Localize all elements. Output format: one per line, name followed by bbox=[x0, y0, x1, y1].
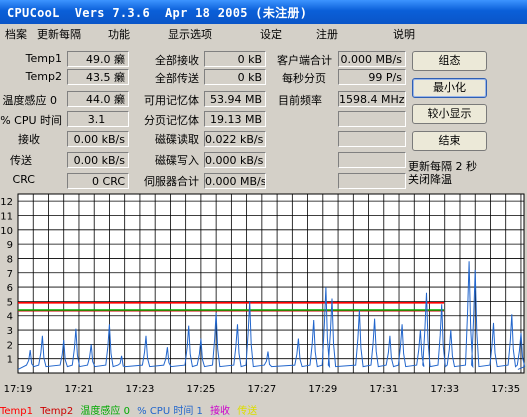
y-tick-label: 6 bbox=[7, 283, 13, 294]
y-tick-label: 9 bbox=[7, 240, 13, 251]
exit-button[interactable]: 结束 bbox=[412, 131, 487, 151]
empty-value-4 bbox=[338, 111, 406, 127]
title-bar[interactable]: CPUCooL Vers 7.3.6 Apr 18 2005 (未注册) bbox=[0, 0, 527, 24]
y-tick-label: 8 bbox=[7, 254, 13, 265]
disk-write-value: 0.000 kB/s bbox=[204, 152, 266, 168]
avail-mem-label: 可用记忆体 bbox=[144, 94, 199, 107]
menu-update[interactable]: 更新每隔 bbox=[37, 26, 81, 42]
y-tick-label: 5 bbox=[7, 297, 13, 308]
cpucool-window: CPUCooL Vers 7.3.6 Apr 18 2005 (未注册) 档案 … bbox=[0, 0, 527, 417]
menu-settings[interactable]: 设定 bbox=[260, 26, 282, 42]
disk-read-label: 磁碟读取 bbox=[155, 133, 199, 146]
y-tick-label: 2 bbox=[7, 340, 13, 351]
avail-mem-value: 53.94 MB bbox=[204, 91, 266, 107]
legend-recv: 接收 bbox=[210, 406, 231, 417]
menu-help[interactable]: 说明 bbox=[393, 26, 415, 42]
x-tick-label: 17:25 bbox=[186, 384, 215, 395]
y-tick-label: 1 bbox=[7, 355, 13, 366]
legend-send: 传送 bbox=[237, 406, 258, 417]
legend-temp1: Temp1 bbox=[0, 406, 34, 417]
x-tick-label: 17:33 bbox=[430, 384, 459, 395]
total-recv-label: 全部接收 bbox=[155, 54, 199, 67]
disk-read-value: 0.022 kB/s bbox=[204, 131, 266, 147]
paged-mem-label: 分页记忆体 bbox=[144, 114, 199, 127]
dock-button[interactable]: 组态 bbox=[412, 51, 487, 71]
cpu-time-value: 3.1 bbox=[67, 111, 129, 127]
client-total-value: 0.000 MB/s bbox=[338, 51, 406, 67]
empty-value-6 bbox=[338, 152, 406, 168]
menu-register[interactable]: 注册 bbox=[316, 26, 338, 42]
x-tick-label: 17:31 bbox=[369, 384, 398, 395]
x-tick-label: 17:35 bbox=[491, 384, 520, 395]
menu-bar: 档案 更新每隔 功能 显示选项 设定 注册 说明 bbox=[0, 24, 527, 42]
legend-temp2: Temp2 bbox=[40, 406, 74, 417]
receive-value: 0.00 kB/s bbox=[67, 131, 129, 147]
temp1-value: 49.0 癞 bbox=[67, 51, 129, 67]
menu-file[interactable]: 档案 bbox=[5, 26, 27, 42]
legend-sensor: 温度感应 0 bbox=[80, 406, 130, 417]
y-tick-label: 4 bbox=[7, 312, 13, 323]
y-tick-label: 3 bbox=[7, 326, 13, 337]
legend-cpu: % CPU 时间 1 bbox=[137, 406, 203, 417]
temp1-label: Temp1 bbox=[25, 52, 62, 65]
window-title: CPUCooL Vers 7.3.6 Apr 18 2005 (未注册) bbox=[7, 6, 308, 20]
y-tick-label: 7 bbox=[7, 269, 13, 280]
y-tick-label: 11 bbox=[0, 211, 13, 222]
x-tick-label: 17:21 bbox=[65, 384, 94, 395]
temp2-value: 43.5 癞 bbox=[67, 69, 129, 85]
server-total-label: 伺服器合计 bbox=[144, 175, 199, 188]
history-chart: 123456789101112 17:19 17:21 17:23 17:25 17:2… bbox=[0, 193, 526, 395]
total-send-value: 0 kB bbox=[204, 69, 266, 85]
freq-value: 1598.4 MHz bbox=[338, 91, 406, 107]
empty-value-7 bbox=[338, 173, 406, 189]
total-recv-value: 0 kB bbox=[204, 51, 266, 67]
cooling-status-text: 关闭降温 bbox=[408, 173, 452, 186]
server-total-value: 0.000 MB/s bbox=[204, 173, 266, 189]
send-label: 传送 bbox=[10, 154, 32, 167]
y-tick-label: 12 bbox=[0, 197, 13, 208]
temp2-label: Temp2 bbox=[25, 70, 62, 83]
total-send-label: 全部传送 bbox=[155, 72, 199, 85]
y-tick-label: 10 bbox=[0, 226, 13, 237]
disk-write-label: 磁碟写入 bbox=[155, 154, 199, 167]
menu-display[interactable]: 显示选项 bbox=[168, 26, 212, 42]
empty-value-5 bbox=[338, 131, 406, 147]
x-tick-label: 17:23 bbox=[126, 384, 155, 395]
crc-label: CRC bbox=[12, 173, 35, 186]
minimize-button[interactable]: 最小化 bbox=[412, 78, 487, 98]
crc-value: 0 CRC bbox=[67, 173, 129, 189]
paged-mem-value: 19.13 MB bbox=[204, 111, 266, 127]
x-tick-label: 17:19 bbox=[4, 384, 33, 395]
send-value: 0.00 kB/s bbox=[67, 152, 129, 168]
pages-per-sec-label: 每秒分页 bbox=[282, 72, 326, 85]
menu-function[interactable]: 功能 bbox=[108, 26, 130, 42]
x-tick-label: 17:27 bbox=[247, 384, 276, 395]
chart-legend: Temp1 Temp2 温度感应 0 % CPU 时间 1 接收 传送 bbox=[0, 402, 261, 417]
x-tick-label: 17:29 bbox=[308, 384, 337, 395]
sensor0-value: 44.0 癞 bbox=[67, 91, 129, 107]
pages-per-sec-value: 99 P/s bbox=[338, 69, 406, 85]
compact-button[interactable]: 较小显示 bbox=[412, 104, 487, 124]
cpu-time-label: % CPU 时间 bbox=[0, 114, 62, 127]
sensor0-label: 温度感应 0 bbox=[2, 94, 58, 107]
freq-label: 目前频率 bbox=[278, 94, 322, 107]
client-total-label: 客户端合计 bbox=[277, 54, 332, 67]
receive-label: 接收 bbox=[18, 133, 40, 146]
